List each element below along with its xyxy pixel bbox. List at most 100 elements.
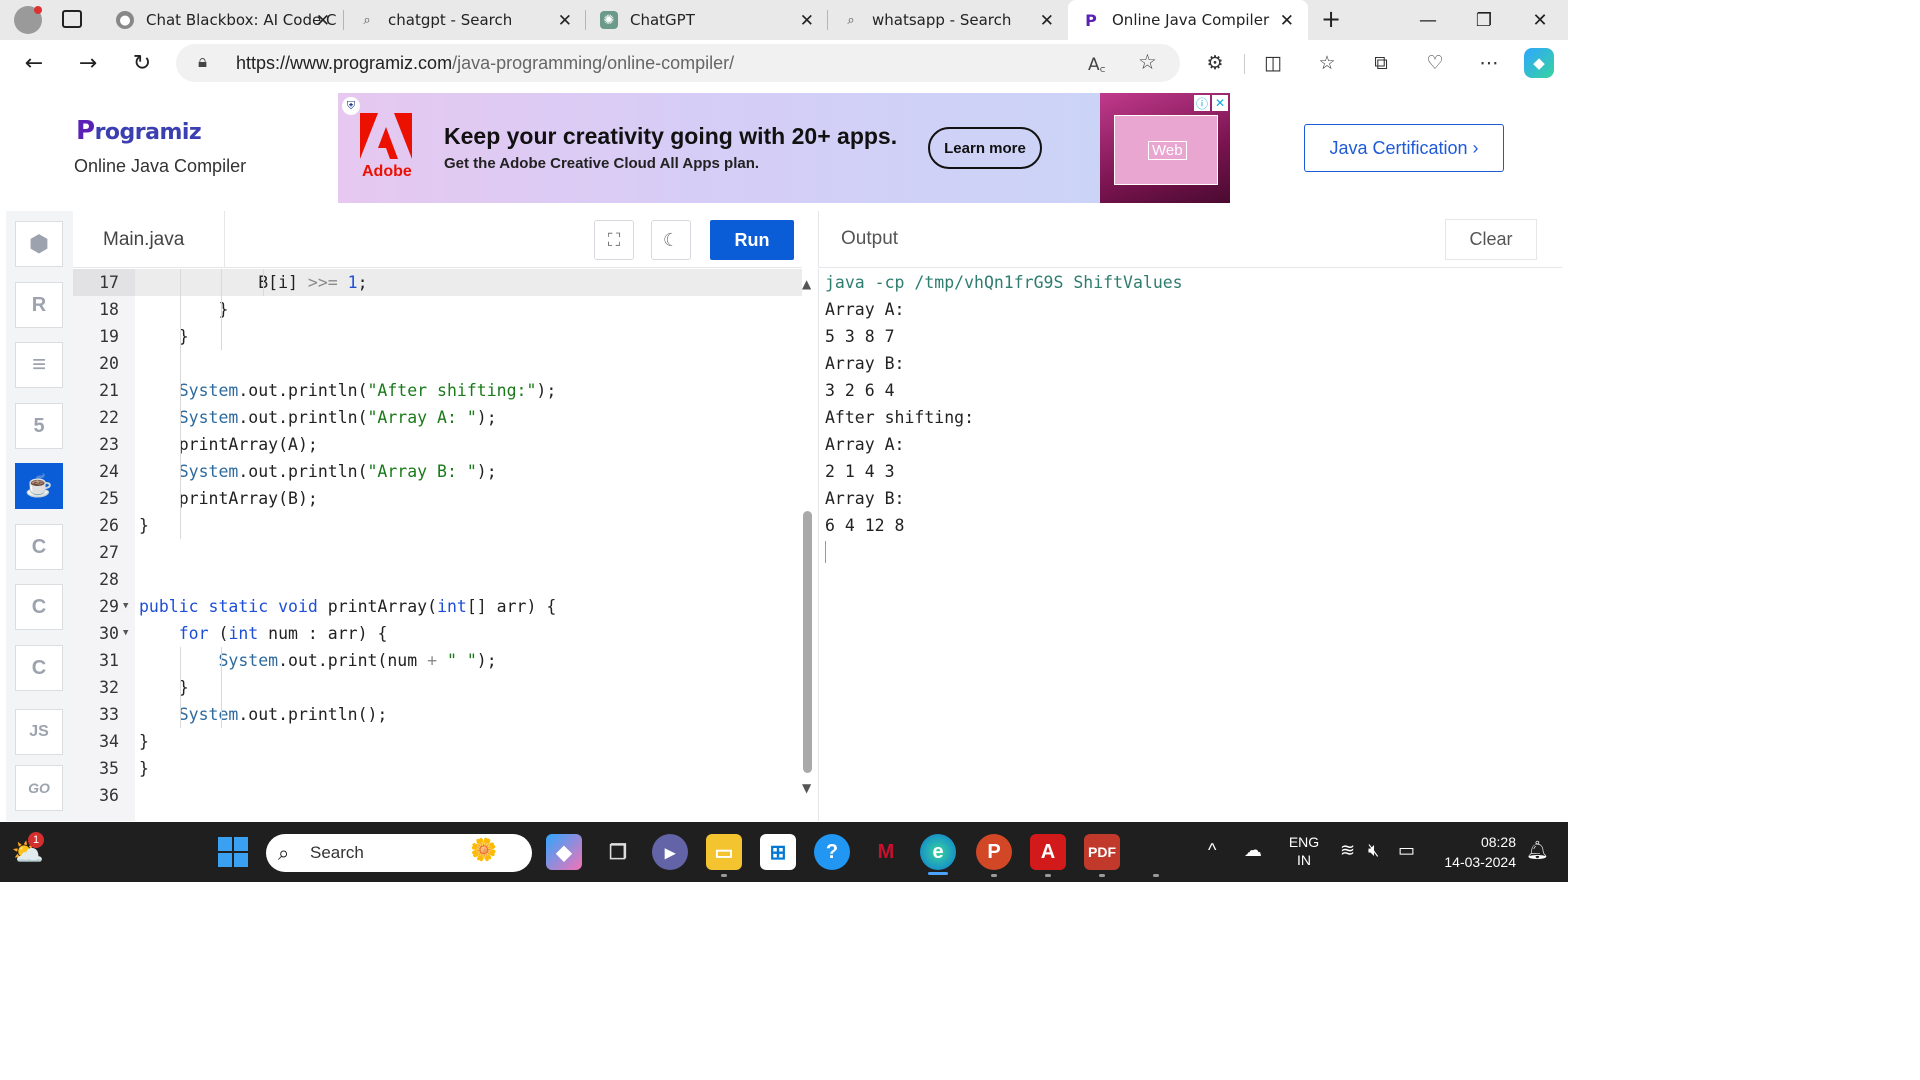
javascript-icon[interactable]: JS: [15, 709, 63, 755]
split-screen-icon[interactable]: ◫: [1258, 48, 1288, 78]
code-line[interactable]: 35}: [73, 755, 802, 782]
ad-learn-more-button[interactable]: Learn more: [928, 127, 1042, 169]
read-aloud-icon[interactable]: A꜀: [1088, 52, 1106, 75]
show-hidden-icons[interactable]: ^: [1208, 840, 1216, 861]
forward-button[interactable]: →: [72, 48, 104, 78]
run-button[interactable]: Run: [710, 220, 794, 260]
code-line[interactable]: 23 printArray(A);: [73, 431, 802, 458]
code-line[interactable]: 32 }: [73, 674, 802, 701]
window-close-button[interactable]: ✕: [1512, 0, 1568, 40]
editor-scrollbar[interactable]: ▲ ▼: [802, 269, 816, 799]
code-line[interactable]: 22 System.out.println("Array A: ");: [73, 404, 802, 431]
fullscreen-icon[interactable]: ⛶: [594, 220, 634, 260]
battery-icon[interactable]: ▭: [1398, 840, 1415, 861]
c-icon[interactable]: C: [15, 524, 63, 570]
address-bar[interactable]: 🔒︎ https://www.programiz.com/java-progra…: [176, 44, 1180, 82]
close-icon[interactable]: ✕: [558, 11, 572, 31]
get-help-icon[interactable]: ?: [814, 834, 850, 870]
close-icon[interactable]: ✕: [1040, 11, 1054, 31]
lock-icon[interactable]: 🔒︎: [198, 52, 207, 72]
file-explorer-icon[interactable]: ▭: [706, 834, 742, 870]
advertisement-banner[interactable]: ⛨ Adobe Keep your creativity going with …: [338, 93, 1230, 203]
code-line[interactable]: 19 }: [73, 323, 802, 350]
notification-bell-icon[interactable]: 🔔︎: [1526, 840, 1549, 861]
scroll-down-icon[interactable]: ▼: [802, 781, 811, 795]
scrollbar-thumb[interactable]: [803, 511, 812, 773]
output-console[interactable]: java -cp /tmp/vhQn1frG9S ShiftValues Arra…: [818, 269, 1562, 821]
onedrive-icon[interactable]: ☁: [1244, 840, 1262, 861]
tab-chatgpt-search[interactable]: ⌕ chatgpt - Search ✕: [344, 0, 586, 40]
collections-icon[interactable]: ⧉: [1366, 48, 1396, 78]
cpp-icon[interactable]: C: [15, 584, 63, 630]
code-line[interactable]: 27: [73, 539, 802, 566]
favorite-star-icon[interactable]: ☆: [1138, 50, 1157, 74]
clear-button[interactable]: Clear: [1445, 219, 1537, 260]
powerpoint-icon[interactable]: P: [976, 834, 1012, 870]
acrobat-icon[interactable]: A: [1030, 834, 1066, 870]
r-icon[interactable]: R: [15, 282, 63, 328]
edge-icon[interactable]: e: [920, 834, 956, 870]
clock[interactable]: 08:28 14-03-2024: [1436, 834, 1516, 870]
pdfx-icon[interactable]: PDF: [1084, 834, 1120, 870]
ad-choices[interactable]: ⓘ ✕: [1194, 95, 1228, 111]
programiz-logo[interactable]: Programiz: [76, 116, 202, 146]
code-line[interactable]: 21 System.out.println("After shifting:")…: [73, 377, 802, 404]
html5-icon[interactable]: 5: [15, 403, 63, 449]
code-line[interactable]: 24 System.out.println("Array B: ");: [73, 458, 802, 485]
code-line[interactable]: 28: [73, 566, 802, 593]
more-menu-icon[interactable]: ⋯: [1474, 48, 1504, 78]
minimize-button[interactable]: —: [1400, 0, 1456, 40]
microsoft-store-icon[interactable]: ⊞: [760, 834, 796, 870]
code-line[interactable]: 34}: [73, 728, 802, 755]
mcafee-icon[interactable]: M: [868, 834, 904, 870]
close-icon[interactable]: ✕: [316, 11, 330, 31]
go-icon[interactable]: GO: [15, 765, 63, 811]
tab-online-java-compiler[interactable]: P Online Java Compiler ✕: [1068, 0, 1308, 40]
csharp-icon[interactable]: C: [15, 645, 63, 691]
url-text[interactable]: https://www.programiz.com/java-programmi…: [236, 53, 734, 74]
tab-whatsapp-search[interactable]: ⌕ whatsapp - Search ✕: [828, 0, 1068, 40]
wifi-icon[interactable]: ≋: [1340, 840, 1355, 861]
restore-button[interactable]: ❐: [1456, 0, 1512, 40]
close-icon[interactable]: ✕: [800, 11, 814, 31]
taskbar-search-box[interactable]: ⌕ Search 🌼: [266, 834, 532, 872]
code-editor[interactable]: 17 B[i] >>= 1; 18 } 19 } 20 21 System.out.pr…: [73, 269, 802, 821]
code-line[interactable]: 20: [73, 350, 802, 377]
fold-arrow-icon[interactable]: ▼: [123, 620, 128, 647]
favorites-icon[interactable]: ☆: [1312, 48, 1342, 78]
start-button[interactable]: [215, 834, 251, 870]
python-icon[interactable]: ⬢: [15, 221, 63, 267]
code-line[interactable]: 25 printArray(B);: [73, 485, 802, 512]
fold-arrow-icon[interactable]: ▼: [123, 593, 128, 620]
ad-info-icon[interactable]: ⓘ: [1194, 95, 1210, 111]
file-tab-main-java[interactable]: Main.java: [73, 211, 225, 268]
code-line[interactable]: 36: [73, 782, 802, 809]
code-line[interactable]: 18 }: [73, 296, 802, 323]
code-line[interactable]: 17 B[i] >>= 1;: [73, 269, 802, 296]
tab-actions-icon[interactable]: [62, 10, 82, 28]
browser-essentials-icon[interactable]: ♡: [1420, 48, 1450, 78]
scroll-up-icon[interactable]: ▲: [802, 277, 811, 291]
copilot-icon[interactable]: ◆: [1524, 48, 1554, 78]
code-line[interactable]: 31 System.out.print(num + " ");: [73, 647, 802, 674]
java-certification-button[interactable]: Java Certification ›: [1304, 124, 1504, 172]
input-language[interactable]: ENG IN: [1288, 834, 1320, 868]
new-tab-button[interactable]: +: [1316, 4, 1346, 34]
extensions-icon[interactable]: ⚙: [1200, 48, 1230, 78]
code-line[interactable]: 26}: [73, 512, 802, 539]
java-icon[interactable]: ☕: [15, 463, 63, 509]
tab-blackbox[interactable]: ● Chat Blackbox: AI Code C ✕: [102, 0, 344, 40]
code-line[interactable]: 30 ▼ for (int num : arr) {: [73, 620, 802, 647]
tab-chatgpt[interactable]: ✺ ChatGPT ✕: [586, 0, 828, 40]
code-line[interactable]: 29 ▼ public static void printArray(int[] a…: [73, 593, 802, 620]
back-button[interactable]: ←: [18, 48, 50, 78]
copilot-pre-icon[interactable]: ◆: [546, 834, 582, 870]
close-icon[interactable]: ✕: [1280, 11, 1294, 31]
sql-icon[interactable]: ≡: [15, 342, 63, 388]
ad-close-icon[interactable]: ✕: [1212, 95, 1228, 111]
dark-mode-icon[interactable]: ☾: [651, 220, 691, 260]
reload-button[interactable]: ↻: [126, 48, 158, 78]
volume-muted-icon[interactable]: 🔇︎: [1368, 840, 1379, 861]
teams-chat-icon[interactable]: ▸: [652, 834, 688, 870]
task-view-icon[interactable]: ❐: [600, 834, 636, 870]
